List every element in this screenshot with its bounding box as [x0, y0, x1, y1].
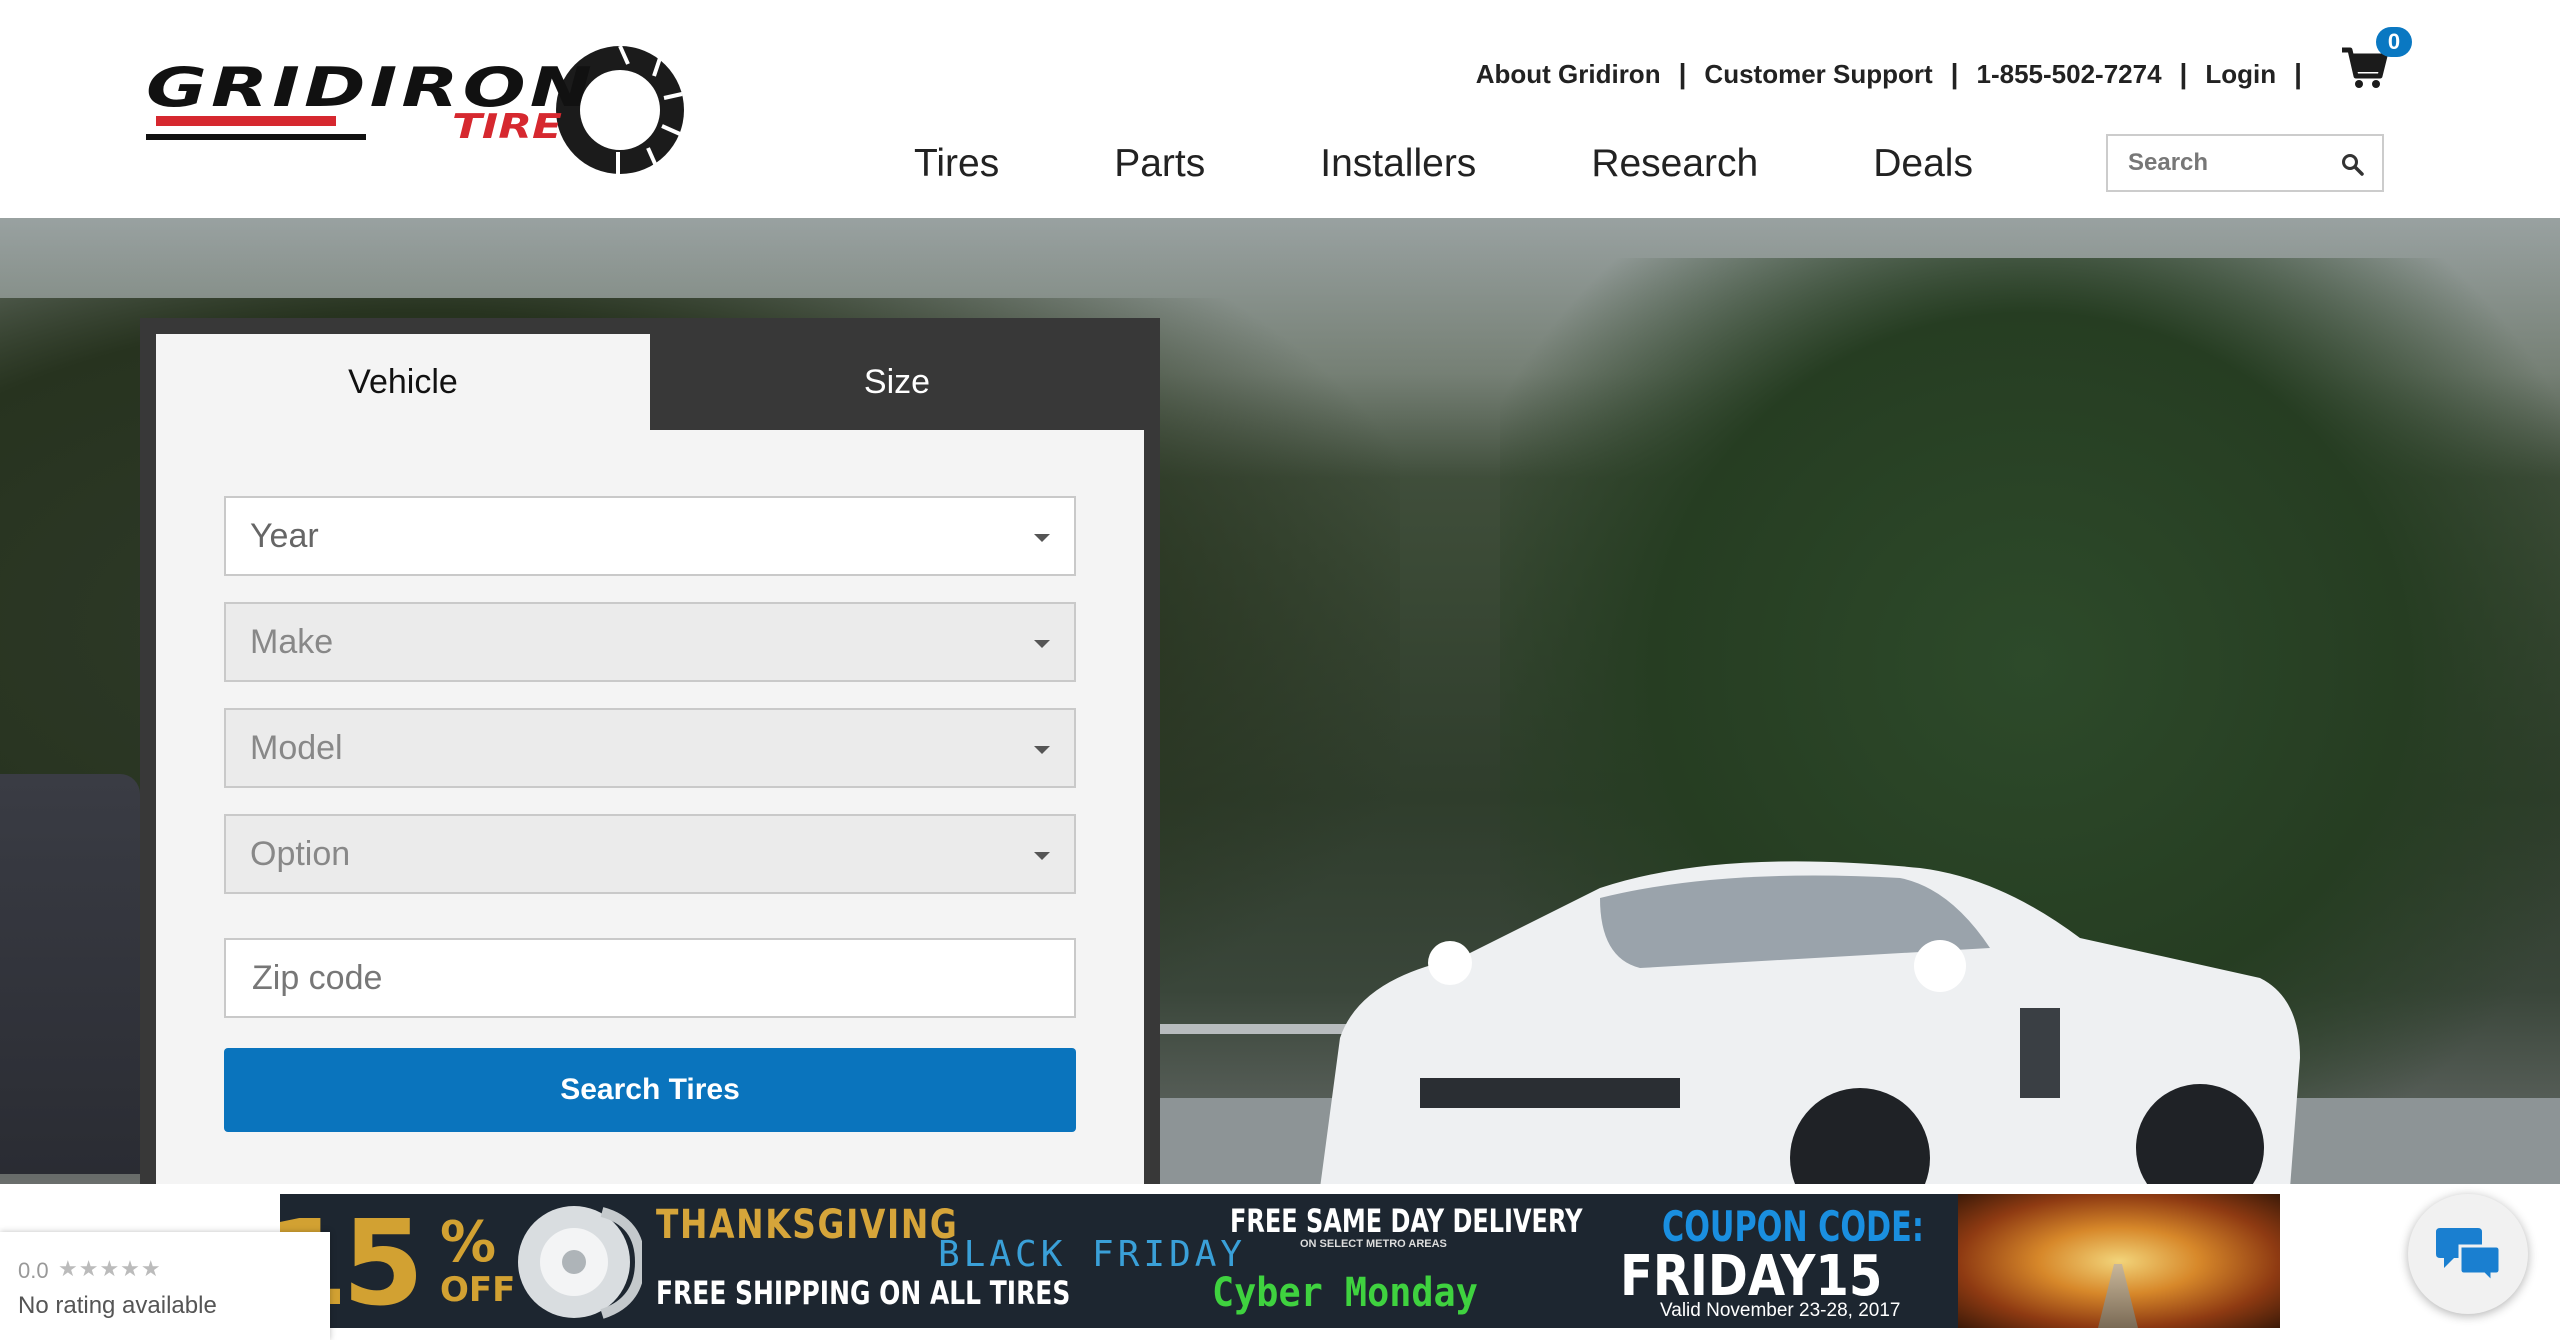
same-day-delivery-text: FREE SAME DAY DELIVERY — [1230, 1202, 1583, 1240]
rating-widget[interactable]: 0.0 ★★★★★ No rating available — [0, 1232, 330, 1340]
promo-banner[interactable]: 15 % OFF THANKSGIVING BLACK FRIDAY FREE … — [280, 1194, 2280, 1328]
chevron-down-icon — [1034, 640, 1050, 648]
chat-bubbles-icon — [2436, 1228, 2502, 1284]
year-select[interactable]: Year — [224, 496, 1076, 576]
about-link[interactable]: About Gridiron — [1476, 59, 1661, 90]
link-separator: | — [2294, 58, 2302, 89]
coupon-valid-dates: Valid November 23-28, 2017 — [1660, 1300, 1901, 1321]
make-select[interactable]: Make — [224, 602, 1076, 682]
autumn-road-path — [2098, 1264, 2138, 1328]
chevron-down-icon — [1034, 852, 1050, 860]
main-nav: Tires Parts Installers Research Deals — [914, 142, 1973, 202]
rating-stars-icon: ★★★★★ — [58, 1256, 162, 1281]
search-icon[interactable] — [2340, 152, 2364, 176]
vehicle-form: Year Make Model Option Search Tires — [156, 430, 1144, 1184]
site-header: GRIDIRON TIRE About Gridiron | Customer … — [0, 0, 2560, 218]
zip-code-input[interactable] — [250, 957, 1054, 999]
phone-link[interactable]: 1-855-502-7274 — [1977, 59, 2162, 90]
nav-research[interactable]: Research — [1591, 142, 1758, 202]
zip-code-field — [224, 938, 1076, 1018]
nav-parts[interactable]: Parts — [1114, 142, 1205, 202]
tab-size[interactable]: Size — [650, 334, 1144, 430]
login-link[interactable]: Login — [2205, 59, 2276, 90]
discount-off-label: OFF — [440, 1270, 516, 1310]
percent-symbol: % — [440, 1210, 497, 1275]
hero-dark-car — [0, 774, 140, 1174]
chevron-down-icon — [1034, 746, 1050, 754]
make-select-label: Make — [250, 622, 334, 661]
black-friday-text: BLACK FRIDAY — [938, 1234, 1247, 1275]
hero-white-sports-car — [1320, 861, 2300, 1184]
nav-tires[interactable]: Tires — [914, 142, 999, 202]
thanksgiving-text: THANKSGIVING — [656, 1202, 959, 1248]
free-shipping-text: FREE SHIPPING ON ALL TIRES — [656, 1274, 1071, 1312]
tab-vehicle[interactable]: Vehicle — [156, 334, 650, 430]
gridiron-tire-logo[interactable]: GRIDIRON TIRE — [140, 42, 700, 184]
search-tires-button[interactable]: Search Tires — [224, 1048, 1076, 1132]
option-select-label: Option — [250, 834, 351, 873]
option-select[interactable]: Option — [224, 814, 1076, 894]
model-select[interactable]: Model — [224, 708, 1076, 788]
rating-score: 0.0 — [18, 1258, 49, 1283]
cyber-monday-text: Cyber Monday — [1212, 1270, 1478, 1316]
utility-links: About Gridiron | Customer Support | 1-85… — [1476, 54, 2320, 94]
link-separator: | — [1950, 58, 1959, 89]
tire-stack-image — [518, 1206, 642, 1319]
logo-subtext: TIRE — [452, 107, 562, 147]
site-search — [2106, 134, 2384, 192]
rating-status: No rating available — [18, 1292, 217, 1319]
nav-deals[interactable]: Deals — [1873, 142, 1973, 202]
customer-support-link[interactable]: Customer Support — [1704, 59, 1932, 90]
chevron-down-icon — [1034, 534, 1050, 542]
chat-button[interactable] — [2408, 1194, 2528, 1314]
model-select-label: Model — [250, 728, 343, 767]
search-input[interactable] — [2108, 137, 2340, 189]
tire-finder-panel: Vehicle Size Year Make Model Option Sear… — [140, 318, 1160, 1184]
link-separator: | — [2179, 58, 2188, 89]
metro-areas-note: ON SELECT METRO AREAS — [1300, 1238, 1447, 1250]
autumn-road-image — [1958, 1194, 2280, 1328]
year-select-label: Year — [250, 516, 319, 555]
link-separator: | — [1678, 58, 1687, 89]
cart-count-badge: 0 — [2376, 27, 2412, 57]
nav-installers[interactable]: Installers — [1320, 142, 1476, 202]
